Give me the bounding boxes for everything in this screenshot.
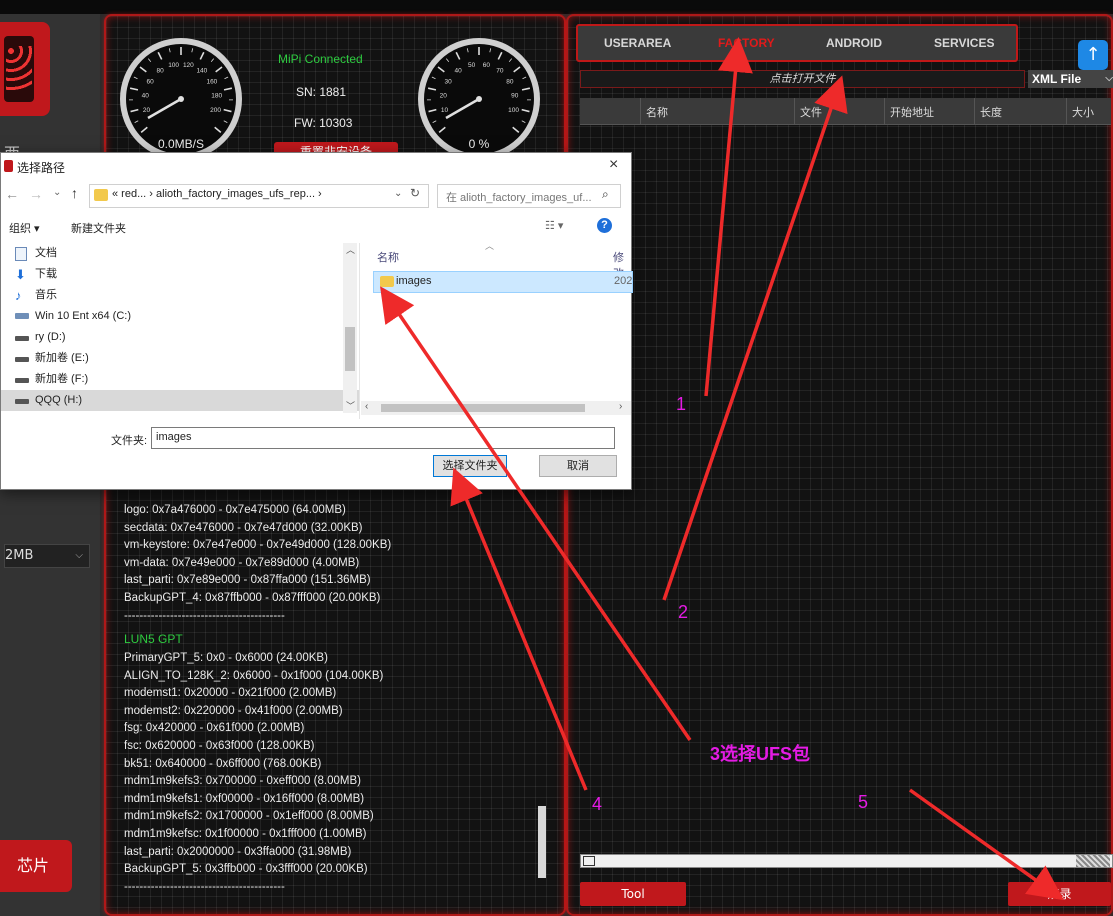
arrow-4: [450, 467, 588, 791]
annotation-arrows: [380, 37, 1064, 901]
annotation-5: 5: [858, 792, 869, 812]
arrow-1: [704, 37, 753, 397]
arrow-5: [908, 788, 1064, 901]
arrow-2: [662, 75, 848, 601]
annotation-1: 1: [676, 394, 687, 414]
annotation-4: 4: [592, 794, 603, 814]
annotation-2: 2: [678, 602, 689, 622]
annotation-3: 3选择UFS包: [710, 744, 811, 764]
